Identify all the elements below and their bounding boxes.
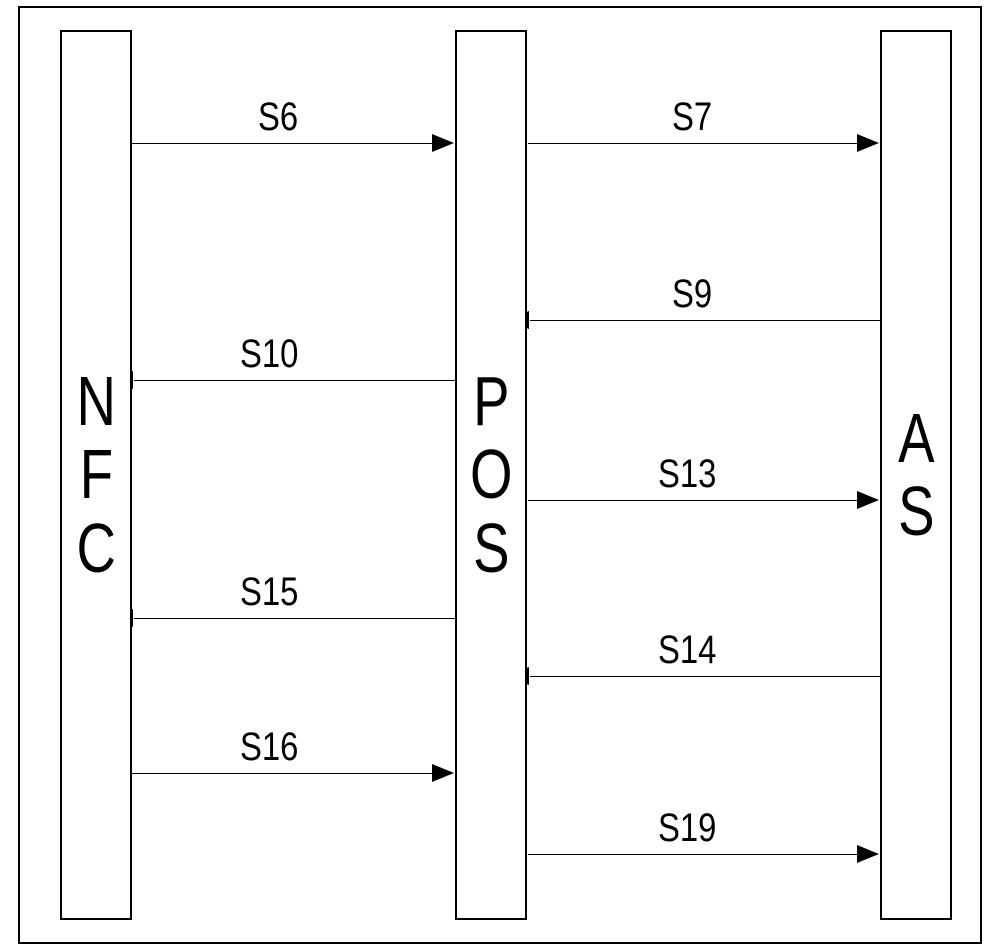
msg-line-s13 — [528, 500, 876, 501]
lifeline-char: A — [898, 402, 934, 476]
lifeline-char: O — [470, 438, 512, 512]
diagram-canvas: S6 S10 S15 S16 S7 S9 S13 S14 S19 N F C P… — [0, 0, 1000, 950]
msg-line-s9 — [530, 320, 880, 321]
msg-label-s7: S7 — [672, 95, 712, 140]
msg-label-s19: S19 — [658, 806, 716, 851]
msg-label-s10: S10 — [240, 332, 298, 377]
arrow-right-icon — [857, 491, 879, 509]
lifeline-as: A S — [880, 30, 952, 920]
msg-line-s14 — [530, 676, 880, 677]
msg-line-s15 — [134, 618, 455, 619]
msg-label-s13: S13 — [658, 452, 716, 497]
lifeline-char: C — [76, 512, 115, 586]
msg-label-s14: S14 — [658, 628, 716, 673]
msg-line-s10 — [134, 380, 455, 381]
msg-line-s16 — [132, 773, 451, 774]
lifeline-char: S — [898, 475, 934, 549]
msg-label-s15: S15 — [240, 570, 298, 615]
lifeline-char: F — [79, 438, 112, 512]
msg-line-s19 — [528, 854, 876, 855]
lifeline-char: N — [76, 365, 115, 439]
arrow-right-icon — [857, 845, 879, 863]
msg-label-s9: S9 — [672, 272, 712, 317]
msg-line-s6 — [132, 143, 451, 144]
msg-label-s6: S6 — [258, 95, 298, 140]
arrow-right-icon — [857, 134, 879, 152]
arrow-right-icon — [432, 134, 454, 152]
arrow-right-icon — [432, 764, 454, 782]
lifeline-char: P — [473, 365, 509, 439]
lifeline-pos: P O S — [455, 30, 527, 920]
lifeline-nfc: N F C — [60, 30, 132, 920]
msg-label-s16: S16 — [240, 725, 298, 770]
lifeline-char: S — [473, 512, 509, 586]
msg-line-s7 — [528, 143, 876, 144]
